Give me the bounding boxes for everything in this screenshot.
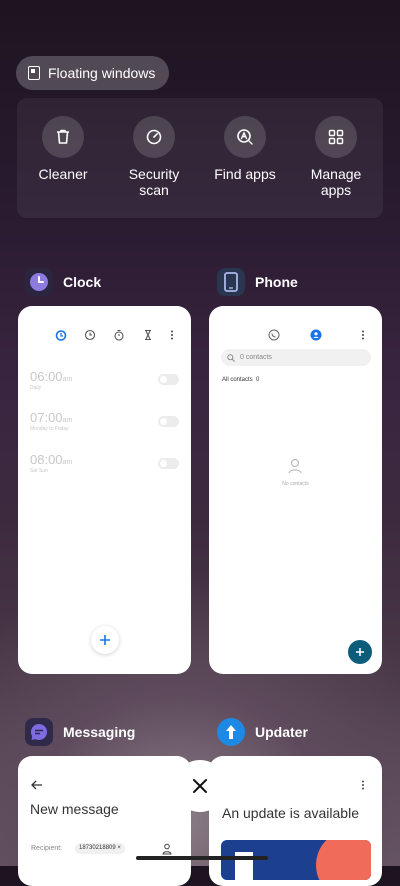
plus-icon — [356, 648, 364, 656]
cleaner-label: Cleaner — [38, 166, 88, 182]
messaging-app-card[interactable]: New message Recipient: 18730218809 × — [18, 756, 191, 886]
alarm-toggle[interactable] — [158, 458, 179, 469]
clear-all-button[interactable] — [174, 760, 226, 812]
messaging-app-icon — [25, 718, 53, 746]
search-icon — [227, 353, 235, 362]
trash-icon — [42, 116, 84, 158]
recipient-value: 18730218809 — [79, 845, 116, 851]
add-contact-button[interactable] — [348, 640, 372, 664]
updater-app-card[interactable]: An update is available — [209, 756, 382, 886]
recipient-chip[interactable]: 18730218809 × — [75, 843, 125, 854]
security-scan-label: Security scan — [128, 166, 180, 198]
alarm-repeat: Daily — [30, 385, 42, 391]
clock-app-header[interactable]: Clock — [25, 268, 101, 296]
search-app-icon — [224, 116, 266, 158]
clock-app-card[interactable]: 06:00am Daily 07:00am Monday to Friday 0… — [18, 306, 191, 674]
more-options-icon[interactable] — [170, 330, 174, 340]
all-contacts-label: All contacts — [222, 377, 253, 383]
no-contacts-text: No contacts — [282, 481, 309, 487]
alarm-time: 07:00 — [30, 410, 63, 425]
contacts-count: 0 — [256, 377, 260, 383]
back-arrow-icon[interactable] — [31, 780, 43, 790]
quick-actions-panel: Cleaner Security scan Find apps Manage a… — [17, 98, 383, 218]
grid-icon — [315, 116, 357, 158]
alarm-item[interactable]: 06:00am Daily — [30, 369, 72, 391]
update-banner — [221, 840, 371, 880]
phone-app-icon — [217, 268, 245, 296]
cleaner-button[interactable]: Cleaner — [18, 116, 108, 182]
more-options-icon[interactable] — [361, 780, 365, 790]
call-log-tab-icon[interactable] — [268, 329, 280, 341]
alarm-repeat: Sat Sun — [30, 468, 48, 474]
new-message-title: New message — [30, 801, 119, 817]
alarm-item[interactable]: 08:00am Sat Sun — [30, 452, 72, 474]
close-icon — [193, 779, 207, 793]
world-clock-tab-icon[interactable] — [84, 329, 96, 341]
floating-window-icon — [28, 66, 40, 80]
gauge-icon — [133, 116, 175, 158]
phone-app-card[interactable]: 0 contacts All contacts 0 No contacts — [209, 306, 382, 674]
add-contact-icon[interactable] — [162, 843, 172, 855]
manage-apps-label: Manage apps — [310, 166, 362, 198]
contacts-search-field[interactable]: 0 contacts — [221, 349, 371, 366]
alarm-item[interactable]: 07:00am Monday to Friday — [30, 410, 72, 432]
find-apps-button[interactable]: Find apps — [200, 116, 290, 182]
floating-windows-button[interactable]: Floating windows — [16, 56, 170, 90]
search-placeholder: 0 contacts — [240, 354, 272, 361]
alarm-ampm: am — [62, 417, 73, 424]
alarm-ampm: am — [62, 459, 73, 466]
manage-apps-button[interactable]: Manage apps — [291, 116, 381, 198]
add-alarm-button[interactable] — [91, 626, 119, 654]
clock-app-name: Clock — [63, 274, 102, 290]
more-options-icon[interactable] — [361, 330, 365, 340]
alarm-ampm: am — [62, 376, 73, 383]
alarm-repeat: Monday to Friday — [30, 426, 69, 432]
all-contacts-row: All contacts 0 — [222, 377, 259, 383]
phone-app-name: Phone — [255, 274, 298, 290]
security-scan-button[interactable]: Security scan — [109, 116, 199, 198]
timer-tab-icon[interactable] — [142, 329, 154, 341]
updater-app-name: Updater — [255, 724, 308, 740]
alarm-toggle[interactable] — [158, 416, 179, 427]
update-available-title: An update is available — [222, 805, 359, 821]
updater-app-header[interactable]: Updater — [217, 718, 308, 746]
updater-app-icon — [217, 718, 245, 746]
messaging-app-header[interactable]: Messaging — [25, 718, 135, 746]
contacts-tab-icon[interactable] — [310, 329, 322, 341]
messaging-app-name: Messaging — [63, 724, 136, 740]
stopwatch-tab-icon[interactable] — [113, 329, 125, 341]
alarm-tab-icon[interactable] — [55, 329, 67, 341]
home-indicator[interactable] — [136, 856, 268, 860]
alarm-toggle[interactable] — [158, 374, 179, 385]
clock-app-icon — [25, 268, 53, 296]
banner-shape — [316, 840, 371, 880]
phone-app-header[interactable]: Phone — [217, 268, 298, 296]
plus-icon — [100, 635, 110, 645]
recipient-label: Recipient: — [31, 845, 63, 852]
alarm-time: 08:00 — [30, 452, 63, 467]
empty-contact-icon — [288, 458, 302, 474]
alarm-time: 06:00 — [30, 369, 63, 384]
find-apps-label: Find apps — [214, 166, 276, 182]
floating-windows-label: Floating windows — [48, 65, 156, 81]
